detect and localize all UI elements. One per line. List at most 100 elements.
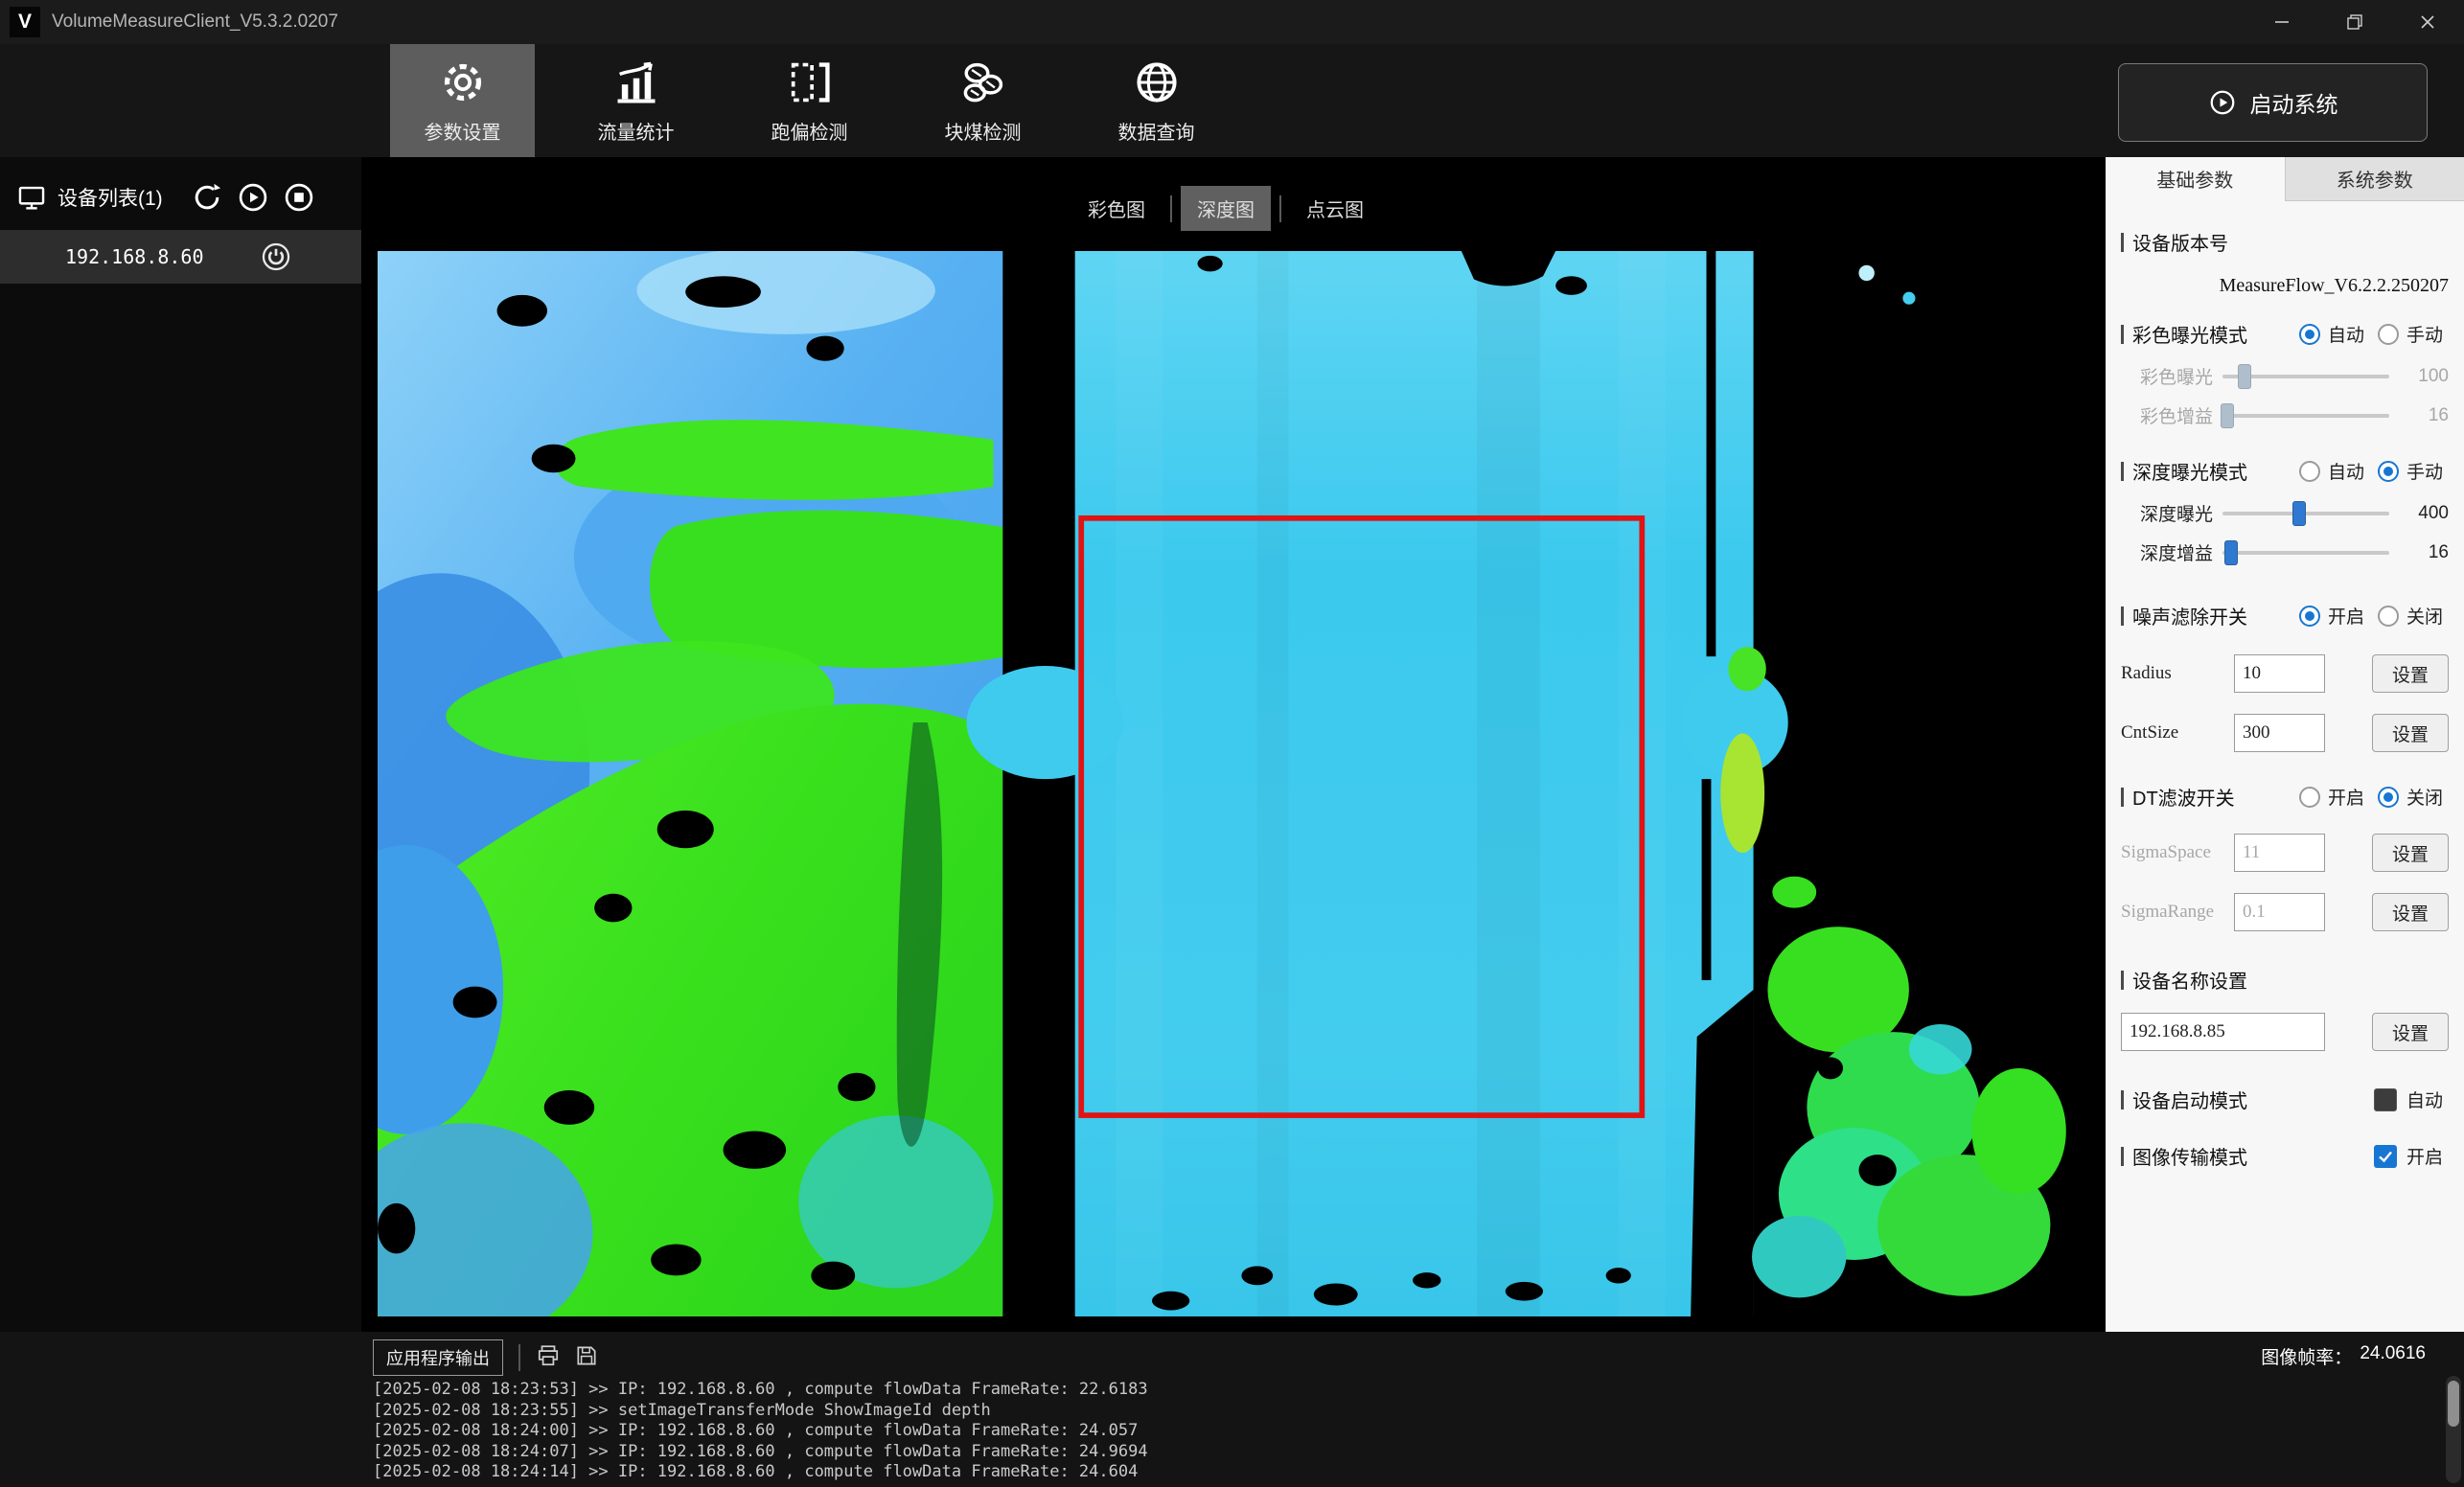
log-scrollbar-thumb[interactable] bbox=[2448, 1381, 2459, 1427]
noise-on-radio[interactable] bbox=[2299, 606, 2320, 627]
tab-system-params[interactable]: 系统参数 bbox=[2285, 157, 2464, 201]
cntsize-row: CntSize 300 设置 bbox=[2121, 714, 2449, 752]
color-exposure-label: 彩色曝光 bbox=[2121, 363, 2213, 389]
noise-filter-group: 开启 关闭 bbox=[2299, 603, 2449, 629]
dt-filter-title: DT滤波开关 bbox=[2121, 783, 2235, 811]
tab-separator bbox=[1279, 195, 1281, 222]
close-button[interactable] bbox=[2391, 0, 2464, 44]
tab-color-image[interactable]: 彩色图 bbox=[1071, 186, 1162, 231]
parameter-panel: 基础参数 系统参数 设备版本号 MeasureFlow_V6.2.2.25020… bbox=[2106, 157, 2464, 1332]
parameter-content: 设备版本号 MeasureFlow_V6.2.2.250207 彩色曝光模式 自… bbox=[2106, 201, 2464, 1170]
slider-handle[interactable] bbox=[2221, 403, 2234, 428]
start-system-button[interactable]: 启动系统 bbox=[2118, 63, 2428, 142]
sigmaspace-set-button[interactable]: 设置 bbox=[2372, 834, 2449, 872]
minimize-icon bbox=[2271, 11, 2292, 33]
gear-icon bbox=[438, 57, 488, 107]
app-logo-icon: V bbox=[10, 7, 40, 37]
window-title: VolumeMeasureClient_V5.3.2.0207 bbox=[52, 11, 338, 33]
toolbar-item-flow-stats[interactable]: 流量统计 bbox=[564, 44, 708, 157]
color-gain-slider-row: 彩色增益 16 bbox=[2121, 402, 2449, 428]
depth-image-viewport[interactable] bbox=[378, 251, 2074, 1316]
tab-basic-params[interactable]: 基础参数 bbox=[2106, 157, 2285, 201]
device-row[interactable]: 192.168.8.60 bbox=[0, 230, 361, 284]
device-list-icon bbox=[15, 181, 48, 214]
color-auto-radio[interactable] bbox=[2299, 324, 2320, 345]
depth-exposure-slider-row: 深度曝光 400 bbox=[2121, 500, 2449, 526]
depth-gain-slider[interactable] bbox=[2222, 551, 2389, 555]
color-gain-slider[interactable] bbox=[2222, 414, 2389, 418]
device-name-input[interactable]: 192.168.8.85 bbox=[2121, 1013, 2325, 1051]
toolbar-item-param-settings[interactable]: 参数设置 bbox=[390, 44, 535, 157]
print-log-button[interactable] bbox=[536, 1343, 561, 1373]
slider-handle[interactable] bbox=[2292, 501, 2306, 526]
start-system-label: 启动系统 bbox=[2250, 86, 2338, 119]
radius-input[interactable]: 10 bbox=[2234, 654, 2325, 693]
sigmaspace-label: SigmaSpace bbox=[2121, 842, 2234, 863]
color-manual-label: 手动 bbox=[2406, 321, 2443, 347]
log-scrollbar[interactable] bbox=[2446, 1376, 2461, 1483]
dt-filter-row: DT滤波开关 开启 关闭 bbox=[2121, 783, 2449, 811]
tab-pointcloud-image[interactable]: 点云图 bbox=[1290, 186, 1380, 231]
noise-off-radio[interactable] bbox=[2378, 606, 2399, 627]
sigmarange-label: SigmaRange bbox=[2121, 902, 2234, 923]
device-name-row: 192.168.8.85 设置 bbox=[2121, 1013, 2449, 1051]
toolbar-item-label: 跑偏检测 bbox=[771, 117, 848, 145]
app-output-tab[interactable]: 应用程序输出 bbox=[373, 1339, 503, 1376]
image-mode-tabs: 彩色图 深度图 点云图 bbox=[378, 186, 2074, 231]
depth-exposure-value: 400 bbox=[2399, 503, 2449, 524]
sigmaspace-input[interactable]: 11 bbox=[2234, 834, 2325, 872]
color-exposure-mode-title: 彩色曝光模式 bbox=[2121, 320, 2247, 348]
depth-auto-radio[interactable] bbox=[2299, 461, 2320, 482]
sigmarange-set-button[interactable]: 设置 bbox=[2372, 893, 2449, 931]
device-version-value: MeasureFlow_V6.2.2.250207 bbox=[2121, 275, 2449, 297]
cntsize-set-button[interactable]: 设置 bbox=[2372, 714, 2449, 752]
slider-handle[interactable] bbox=[2224, 540, 2238, 565]
refresh-devices-button[interactable] bbox=[190, 180, 224, 215]
stop-device-button[interactable] bbox=[282, 180, 316, 215]
start-device-button[interactable] bbox=[236, 180, 270, 215]
log-line: [2025-02-08 18:23:55] >> setImageTransfe… bbox=[373, 1401, 1148, 1422]
start-mode-checkbox[interactable] bbox=[2374, 1088, 2397, 1111]
toolbar-item-label: 参数设置 bbox=[425, 117, 501, 145]
device-power-button[interactable] bbox=[260, 240, 292, 273]
minimize-button[interactable] bbox=[2245, 0, 2318, 44]
toolbar-item-coal-detect[interactable]: 块煤检测 bbox=[910, 44, 1055, 157]
save-log-button[interactable] bbox=[574, 1343, 599, 1373]
radius-set-button[interactable]: 设置 bbox=[2372, 654, 2449, 693]
log-line: [2025-02-08 18:23:53] >> IP: 192.168.8.6… bbox=[373, 1380, 1148, 1401]
sigmaspace-row: SigmaSpace 11 设置 bbox=[2121, 834, 2449, 872]
toolbar-item-data-query[interactable]: 数据查询 bbox=[1084, 44, 1229, 157]
depth-image bbox=[378, 251, 2074, 1316]
dt-on-radio[interactable] bbox=[2299, 787, 2320, 808]
toolbar-item-label: 块煤检测 bbox=[945, 117, 1022, 145]
transfer-mode-title: 图像传输模式 bbox=[2121, 1142, 2247, 1170]
log-lines: [2025-02-08 18:23:53] >> IP: 192.168.8.6… bbox=[373, 1380, 1148, 1483]
color-manual-radio[interactable] bbox=[2378, 324, 2399, 345]
transfer-mode-checkbox[interactable] bbox=[2374, 1145, 2397, 1168]
dt-on-label: 开启 bbox=[2328, 784, 2364, 810]
dt-filter-group: 开启 关闭 bbox=[2299, 784, 2449, 810]
depth-gain-slider-row: 深度增益 16 bbox=[2121, 539, 2449, 565]
color-exposure-slider[interactable] bbox=[2222, 375, 2389, 378]
window-controls bbox=[2245, 0, 2464, 44]
depth-exposure-slider[interactable] bbox=[2222, 512, 2389, 515]
depth-manual-radio[interactable] bbox=[2378, 461, 2399, 482]
start-mode-group: 自动 bbox=[2374, 1087, 2449, 1112]
sigmarange-input[interactable]: 0.1 bbox=[2234, 893, 2325, 931]
restore-button[interactable] bbox=[2318, 0, 2391, 44]
dt-off-radio[interactable] bbox=[2378, 787, 2399, 808]
toolbar-item-deviation-detect[interactable]: 跑偏检测 bbox=[737, 44, 882, 157]
toolbar-item-label: 数据查询 bbox=[1118, 117, 1195, 145]
slider-handle[interactable] bbox=[2238, 364, 2251, 389]
device-name-set-button[interactable]: 设置 bbox=[2372, 1013, 2449, 1051]
stop-circle-icon bbox=[282, 180, 316, 215]
app-window: V VolumeMeasureClient_V5.3.2.0207 参数设置 流… bbox=[0, 0, 2464, 1487]
depth-exposure-mode-row: 深度曝光模式 自动 手动 bbox=[2121, 457, 2449, 485]
cntsize-input[interactable]: 300 bbox=[2234, 714, 2325, 752]
depth-exposure-mode-group: 自动 手动 bbox=[2299, 458, 2449, 484]
tab-depth-image[interactable]: 深度图 bbox=[1181, 186, 1271, 231]
color-exposure-mode-row: 彩色曝光模式 自动 手动 bbox=[2121, 320, 2449, 348]
title-bar: V VolumeMeasureClient_V5.3.2.0207 bbox=[0, 0, 2464, 44]
log-line: [2025-02-08 18:24:00] >> IP: 192.168.8.6… bbox=[373, 1421, 1148, 1442]
parameter-tabs: 基础参数 系统参数 bbox=[2106, 157, 2464, 201]
